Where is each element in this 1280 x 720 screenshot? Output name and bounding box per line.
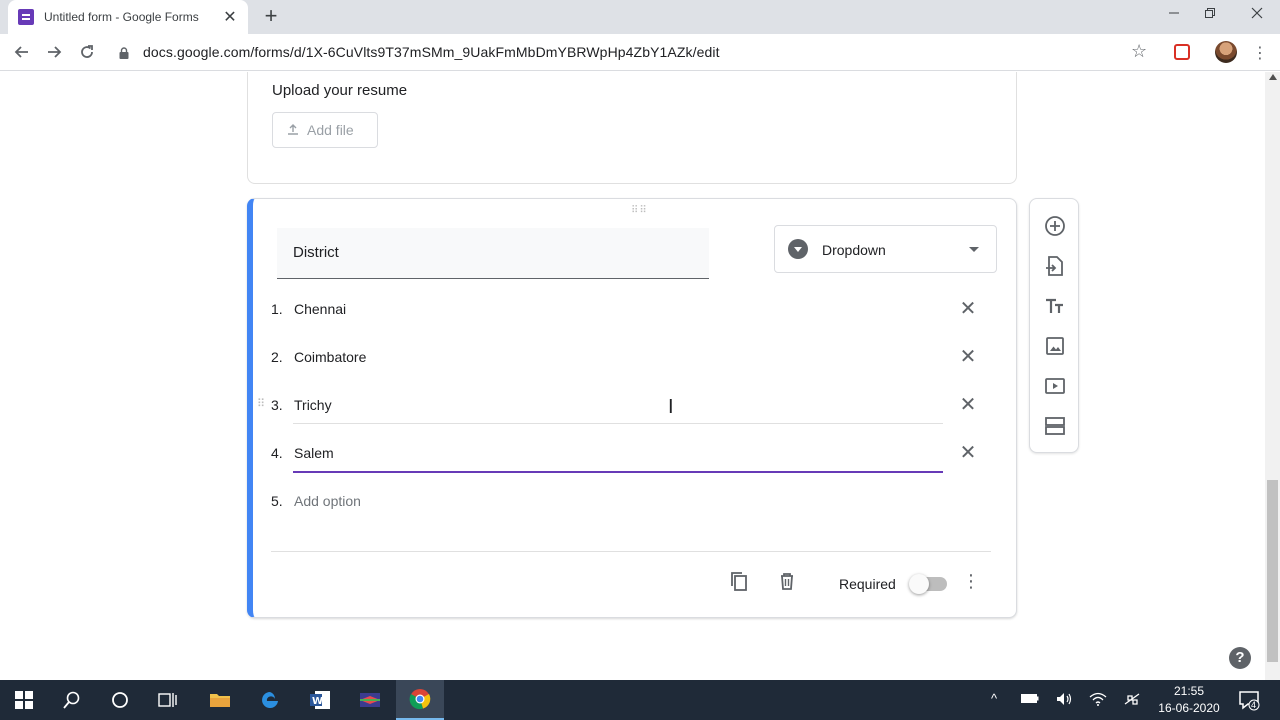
windows-taskbar: W ^ 21:55 16-06-2020 4 bbox=[0, 680, 1280, 720]
question-title-field[interactable]: District bbox=[277, 228, 709, 279]
bookmark-star-icon[interactable]: ☆ bbox=[1131, 41, 1147, 62]
back-icon[interactable] bbox=[12, 42, 32, 62]
address-bar[interactable]: docs.google.com/forms/d/1X-6CuVlts9T37mS… bbox=[143, 44, 720, 60]
notifications-count: 4 bbox=[1251, 700, 1257, 710]
dropdown-type-icon bbox=[788, 239, 808, 259]
profile-avatar[interactable] bbox=[1215, 41, 1237, 63]
add-option-row[interactable]: 5. Add option bbox=[271, 483, 991, 523]
upload-icon bbox=[287, 122, 299, 138]
remove-option-icon[interactable]: ✕ bbox=[956, 345, 980, 369]
option-input[interactable]: Chennai bbox=[294, 301, 346, 317]
chevron-down-icon bbox=[969, 247, 979, 252]
option-number: 1. bbox=[271, 301, 283, 317]
notifications-icon[interactable] bbox=[1238, 689, 1260, 714]
reload-icon[interactable] bbox=[77, 42, 97, 62]
tab-title: Untitled form - Google Forms bbox=[44, 10, 199, 24]
previous-question-title: Upload your resume bbox=[272, 82, 408, 99]
option-underline-active bbox=[293, 471, 943, 473]
remove-option-icon[interactable]: ✕ bbox=[956, 297, 980, 321]
scroll-thumb[interactable] bbox=[1267, 480, 1278, 662]
wifi-icon[interactable] bbox=[1089, 692, 1107, 709]
forward-icon[interactable] bbox=[44, 42, 64, 62]
browser-tab[interactable]: Untitled form - Google Forms ✕ bbox=[8, 0, 248, 34]
add-section-icon[interactable] bbox=[1043, 414, 1067, 438]
form-editor-page: Upload your resume Add file ⠿⠿ District … bbox=[0, 72, 1280, 680]
add-file-button: Add file bbox=[272, 112, 378, 148]
toggle-knob bbox=[909, 574, 929, 594]
option-number: 3. bbox=[271, 397, 283, 413]
cortana-icon[interactable] bbox=[96, 680, 144, 720]
svg-text:W: W bbox=[312, 696, 323, 707]
add-video-icon[interactable] bbox=[1043, 374, 1067, 398]
remove-option-icon[interactable]: ✕ bbox=[956, 441, 980, 465]
scroll-up-icon[interactable] bbox=[1269, 74, 1277, 80]
add-file-label: Add file bbox=[307, 122, 354, 138]
close-window-icon[interactable] bbox=[1247, 6, 1267, 22]
google-forms-icon bbox=[18, 9, 34, 25]
chrome-menu-icon[interactable]: ⋮ bbox=[1252, 43, 1268, 63]
file-explorer-icon[interactable] bbox=[196, 680, 244, 720]
battery-icon[interactable] bbox=[1021, 692, 1039, 707]
option-input[interactable]: Coimbatore bbox=[294, 349, 366, 365]
extension-icon[interactable] bbox=[1174, 44, 1190, 60]
option-underline bbox=[293, 423, 943, 424]
question-type-dropdown[interactable]: Dropdown bbox=[774, 225, 997, 273]
clock-date: 16-06-2020 bbox=[1158, 701, 1220, 715]
side-toolbar bbox=[1029, 198, 1079, 453]
previous-question-card[interactable]: Upload your resume Add file bbox=[247, 72, 1017, 184]
page-scrollbar[interactable] bbox=[1265, 72, 1280, 680]
text-cursor-icon: I bbox=[668, 396, 674, 418]
option-row[interactable]: ⠿ 3. Trichy ✕ bbox=[257, 387, 991, 427]
tab-strip: Untitled form - Google Forms ✕ + bbox=[0, 0, 1280, 34]
chrome-taskbar-icon[interactable] bbox=[396, 680, 444, 720]
import-questions-icon[interactable] bbox=[1043, 254, 1067, 278]
required-toggle[interactable] bbox=[909, 574, 947, 594]
show-hidden-icons-icon[interactable]: ^ bbox=[991, 691, 997, 706]
new-tab-button[interactable]: + bbox=[260, 5, 282, 27]
more-options-icon[interactable]: ⋮ bbox=[961, 571, 981, 591]
option-number: 4. bbox=[271, 445, 283, 461]
option-input[interactable]: Salem bbox=[294, 445, 334, 461]
option-number: 5. bbox=[271, 493, 283, 509]
required-label: Required bbox=[839, 576, 896, 592]
clock-time: 21:55 bbox=[1173, 684, 1205, 698]
option-row[interactable]: 2. Coimbatore ✕ bbox=[271, 339, 991, 379]
taskbar-clock[interactable]: 21:55 16-06-2020 bbox=[1156, 683, 1222, 717]
app-icon[interactable] bbox=[346, 680, 394, 720]
network-icon[interactable] bbox=[1123, 692, 1141, 709]
add-question-icon[interactable] bbox=[1043, 214, 1067, 238]
card-divider bbox=[271, 551, 991, 552]
close-tab-icon[interactable]: ✕ bbox=[222, 7, 238, 27]
option-drag-icon[interactable]: ⠿ bbox=[257, 397, 265, 410]
word-icon[interactable]: W bbox=[296, 680, 344, 720]
question-type-label: Dropdown bbox=[822, 242, 886, 258]
option-input[interactable]: Trichy bbox=[294, 397, 332, 413]
duplicate-icon[interactable] bbox=[727, 569, 751, 593]
start-button[interactable] bbox=[0, 680, 48, 720]
delete-icon[interactable] bbox=[775, 569, 799, 593]
volume-icon[interactable] bbox=[1055, 691, 1073, 710]
restore-icon[interactable] bbox=[1200, 6, 1220, 22]
edge-icon[interactable] bbox=[246, 680, 294, 720]
add-title-icon[interactable] bbox=[1043, 294, 1067, 318]
option-row[interactable]: 4. Salem ✕ bbox=[271, 435, 991, 475]
drag-handle-icon[interactable]: ⠿⠿ bbox=[631, 205, 648, 216]
lock-icon[interactable] bbox=[119, 46, 129, 59]
browser-toolbar: docs.google.com/forms/d/1X-6CuVlts9T37mS… bbox=[0, 34, 1280, 71]
minimize-icon[interactable] bbox=[1164, 6, 1184, 22]
option-row[interactable]: 1. Chennai ✕ bbox=[271, 291, 991, 331]
option-number: 2. bbox=[271, 349, 283, 365]
help-button[interactable]: ? bbox=[1229, 647, 1251, 669]
add-image-icon[interactable] bbox=[1043, 334, 1067, 358]
search-icon[interactable] bbox=[48, 680, 96, 720]
question-card[interactable]: ⠿⠿ District Dropdown 1. Chennai ✕ 2. Coi… bbox=[247, 198, 1017, 618]
task-view-icon[interactable] bbox=[144, 680, 192, 720]
question-title-text: District bbox=[293, 244, 339, 261]
add-option-input[interactable]: Add option bbox=[294, 493, 361, 509]
remove-option-icon[interactable]: ✕ bbox=[956, 393, 980, 417]
